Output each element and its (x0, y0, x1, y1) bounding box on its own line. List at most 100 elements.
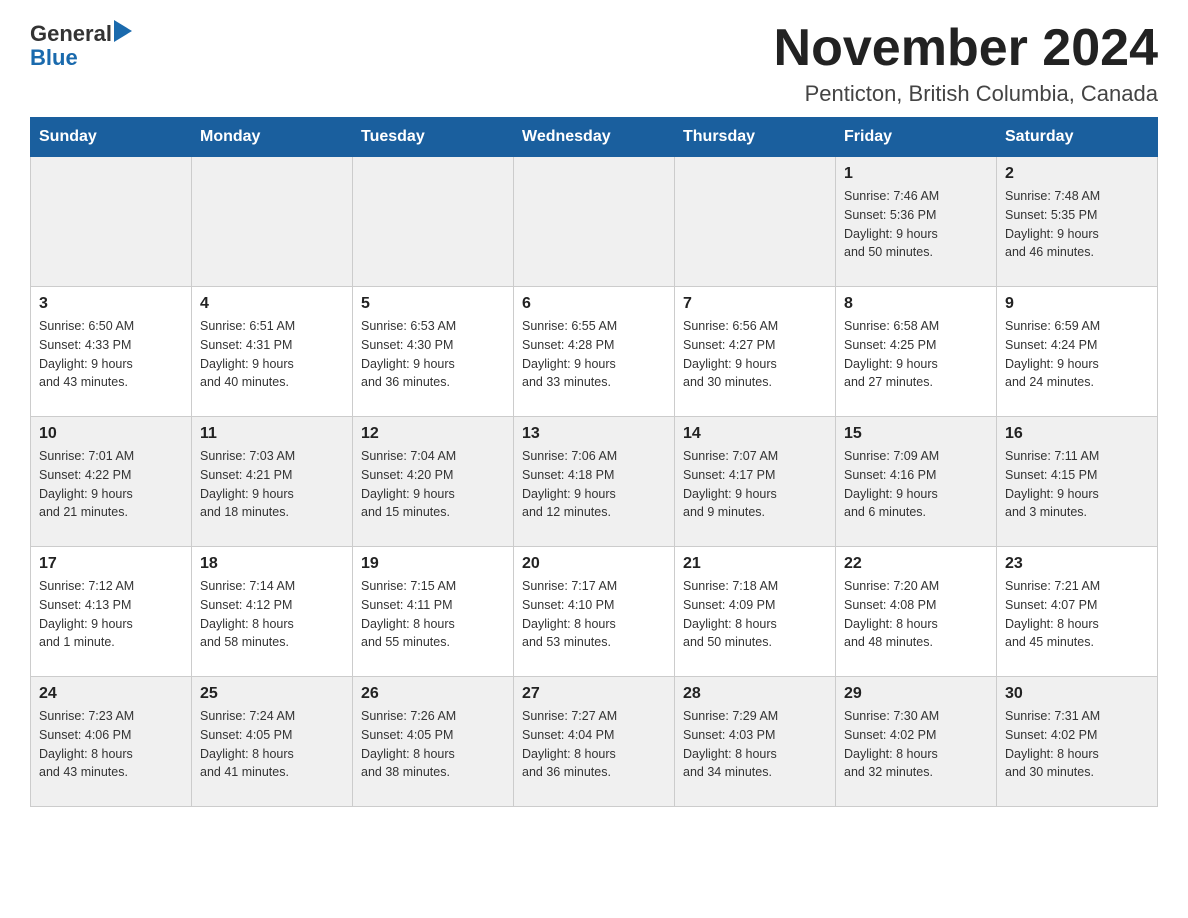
day-number: 10 (39, 425, 183, 443)
day-info: Sunrise: 7:09 AM Sunset: 4:16 PM Dayligh… (844, 447, 988, 522)
calendar-cell: 18 Sunrise: 7:14 AM Sunset: 4:12 PM Dayli… (192, 547, 353, 677)
calendar-cell: 2 Sunrise: 7:48 AM Sunset: 5:35 PM Daylig… (997, 157, 1158, 287)
day-info: Sunrise: 6:50 AM Sunset: 4:33 PM Dayligh… (39, 317, 183, 392)
day-number: 23 (1005, 555, 1149, 573)
day-number: 7 (683, 295, 827, 313)
day-info: Sunrise: 7:26 AM Sunset: 4:05 PM Dayligh… (361, 707, 505, 782)
col-thursday: Thursday (675, 118, 836, 157)
day-number: 9 (1005, 295, 1149, 313)
calendar-cell: 13 Sunrise: 7:06 AM Sunset: 4:18 PM Dayli… (514, 417, 675, 547)
day-number: 21 (683, 555, 827, 573)
day-info: Sunrise: 7:15 AM Sunset: 4:11 PM Dayligh… (361, 577, 505, 652)
calendar-cell (192, 157, 353, 287)
calendar-cell (514, 157, 675, 287)
day-number: 16 (1005, 425, 1149, 443)
calendar: Sunday Monday Tuesday Wednesday Thursday… (30, 117, 1158, 807)
day-info: Sunrise: 6:51 AM Sunset: 4:31 PM Dayligh… (200, 317, 344, 392)
day-info: Sunrise: 7:18 AM Sunset: 4:09 PM Dayligh… (683, 577, 827, 652)
week-row-2: 3 Sunrise: 6:50 AM Sunset: 4:33 PM Daylig… (31, 287, 1158, 417)
day-number: 6 (522, 295, 666, 313)
title-section: November 2024 Penticton, British Columbi… (774, 20, 1158, 107)
calendar-cell: 21 Sunrise: 7:18 AM Sunset: 4:09 PM Dayli… (675, 547, 836, 677)
calendar-cell: 6 Sunrise: 6:55 AM Sunset: 4:28 PM Daylig… (514, 287, 675, 417)
calendar-cell: 24Sunrise: 7:23 AM Sunset: 4:06 PM Dayli… (31, 677, 192, 807)
day-number: 19 (361, 555, 505, 573)
day-number: 22 (844, 555, 988, 573)
calendar-cell: 9 Sunrise: 6:59 AM Sunset: 4:24 PM Daylig… (997, 287, 1158, 417)
header: General Blue November 2024 Penticton, Br… (30, 20, 1158, 107)
day-info: Sunrise: 6:59 AM Sunset: 4:24 PM Dayligh… (1005, 317, 1149, 392)
calendar-cell: 3 Sunrise: 6:50 AM Sunset: 4:33 PM Daylig… (31, 287, 192, 417)
day-info: Sunrise: 7:11 AM Sunset: 4:15 PM Dayligh… (1005, 447, 1149, 522)
week-row-4: 17 Sunrise: 7:12 AM Sunset: 4:13 PM Dayli… (31, 547, 1158, 677)
col-saturday: Saturday (997, 118, 1158, 157)
calendar-cell (31, 157, 192, 287)
day-info: Sunrise: 7:24 AM Sunset: 4:05 PM Dayligh… (200, 707, 344, 782)
day-info: Sunrise: 7:48 AM Sunset: 5:35 PM Dayligh… (1005, 187, 1149, 262)
calendar-cell: 29Sunrise: 7:30 AM Sunset: 4:02 PM Dayli… (836, 677, 997, 807)
day-info: Sunrise: 6:53 AM Sunset: 4:30 PM Dayligh… (361, 317, 505, 392)
col-friday: Friday (836, 118, 997, 157)
day-number: 4 (200, 295, 344, 313)
day-number: 17 (39, 555, 183, 573)
calendar-cell: 27Sunrise: 7:27 AM Sunset: 4:04 PM Dayli… (514, 677, 675, 807)
day-number: 11 (200, 425, 344, 443)
day-number: 29 (844, 685, 988, 703)
calendar-header-row: Sunday Monday Tuesday Wednesday Thursday… (31, 118, 1158, 157)
day-info: Sunrise: 6:55 AM Sunset: 4:28 PM Dayligh… (522, 317, 666, 392)
calendar-cell: 7 Sunrise: 6:56 AM Sunset: 4:27 PM Daylig… (675, 287, 836, 417)
logo-arrow-icon (114, 20, 132, 42)
day-number: 25 (200, 685, 344, 703)
day-info: Sunrise: 7:46 AM Sunset: 5:36 PM Dayligh… (844, 187, 988, 262)
day-number: 30 (1005, 685, 1149, 703)
day-info: Sunrise: 7:03 AM Sunset: 4:21 PM Dayligh… (200, 447, 344, 522)
col-wednesday: Wednesday (514, 118, 675, 157)
day-number: 2 (1005, 165, 1149, 183)
calendar-cell: 16 Sunrise: 7:11 AM Sunset: 4:15 PM Dayli… (997, 417, 1158, 547)
col-monday: Monday (192, 118, 353, 157)
day-info: Sunrise: 7:12 AM Sunset: 4:13 PM Dayligh… (39, 577, 183, 652)
day-info: Sunrise: 7:17 AM Sunset: 4:10 PM Dayligh… (522, 577, 666, 652)
calendar-cell: 11 Sunrise: 7:03 AM Sunset: 4:21 PM Dayli… (192, 417, 353, 547)
calendar-cell: 30 Sunrise: 7:31 AM Sunset: 4:02 PM Dayli… (997, 677, 1158, 807)
day-number: 3 (39, 295, 183, 313)
day-number: 14 (683, 425, 827, 443)
col-tuesday: Tuesday (353, 118, 514, 157)
day-info: Sunrise: 7:29 AM Sunset: 4:03 PM Dayligh… (683, 707, 827, 782)
calendar-cell: 5 Sunrise: 6:53 AM Sunset: 4:30 PM Daylig… (353, 287, 514, 417)
week-row-5: 24Sunrise: 7:23 AM Sunset: 4:06 PM Dayli… (31, 677, 1158, 807)
day-number: 5 (361, 295, 505, 313)
day-number: 1 (844, 165, 988, 183)
day-info: Sunrise: 7:01 AM Sunset: 4:22 PM Dayligh… (39, 447, 183, 522)
day-info: Sunrise: 7:14 AM Sunset: 4:12 PM Dayligh… (200, 577, 344, 652)
calendar-cell: 22 Sunrise: 7:20 AM Sunset: 4:08 PM Dayli… (836, 547, 997, 677)
main-title: November 2024 (774, 20, 1158, 77)
calendar-cell: 28Sunrise: 7:29 AM Sunset: 4:03 PM Dayli… (675, 677, 836, 807)
day-number: 13 (522, 425, 666, 443)
calendar-cell: 12Sunrise: 7:04 AM Sunset: 4:20 PM Dayli… (353, 417, 514, 547)
logo-general-text: General (30, 23, 112, 45)
day-number: 8 (844, 295, 988, 313)
calendar-cell: 17 Sunrise: 7:12 AM Sunset: 4:13 PM Dayli… (31, 547, 192, 677)
calendar-cell: 20Sunrise: 7:17 AM Sunset: 4:10 PM Dayli… (514, 547, 675, 677)
day-info: Sunrise: 7:04 AM Sunset: 4:20 PM Dayligh… (361, 447, 505, 522)
week-row-3: 10 Sunrise: 7:01 AM Sunset: 4:22 PM Dayli… (31, 417, 1158, 547)
day-info: Sunrise: 6:56 AM Sunset: 4:27 PM Dayligh… (683, 317, 827, 392)
day-number: 15 (844, 425, 988, 443)
day-info: Sunrise: 7:31 AM Sunset: 4:02 PM Dayligh… (1005, 707, 1149, 782)
logo-blue-text: Blue (30, 45, 78, 70)
subtitle: Penticton, British Columbia, Canada (774, 81, 1158, 107)
day-info: Sunrise: 7:21 AM Sunset: 4:07 PM Dayligh… (1005, 577, 1149, 652)
day-info: Sunrise: 7:06 AM Sunset: 4:18 PM Dayligh… (522, 447, 666, 522)
day-info: Sunrise: 6:58 AM Sunset: 4:25 PM Dayligh… (844, 317, 988, 392)
day-info: Sunrise: 7:20 AM Sunset: 4:08 PM Dayligh… (844, 577, 988, 652)
logo: General Blue (30, 20, 132, 70)
calendar-cell: 15 Sunrise: 7:09 AM Sunset: 4:16 PM Dayli… (836, 417, 997, 547)
calendar-cell: 10 Sunrise: 7:01 AM Sunset: 4:22 PM Dayli… (31, 417, 192, 547)
calendar-cell: 25 Sunrise: 7:24 AM Sunset: 4:05 PM Dayli… (192, 677, 353, 807)
day-number: 18 (200, 555, 344, 573)
week-row-1: 1 Sunrise: 7:46 AM Sunset: 5:36 PM Daylig… (31, 157, 1158, 287)
page: General Blue November 2024 Penticton, Br… (0, 0, 1188, 837)
calendar-cell: 8 Sunrise: 6:58 AM Sunset: 4:25 PM Daylig… (836, 287, 997, 417)
day-info: Sunrise: 7:07 AM Sunset: 4:17 PM Dayligh… (683, 447, 827, 522)
